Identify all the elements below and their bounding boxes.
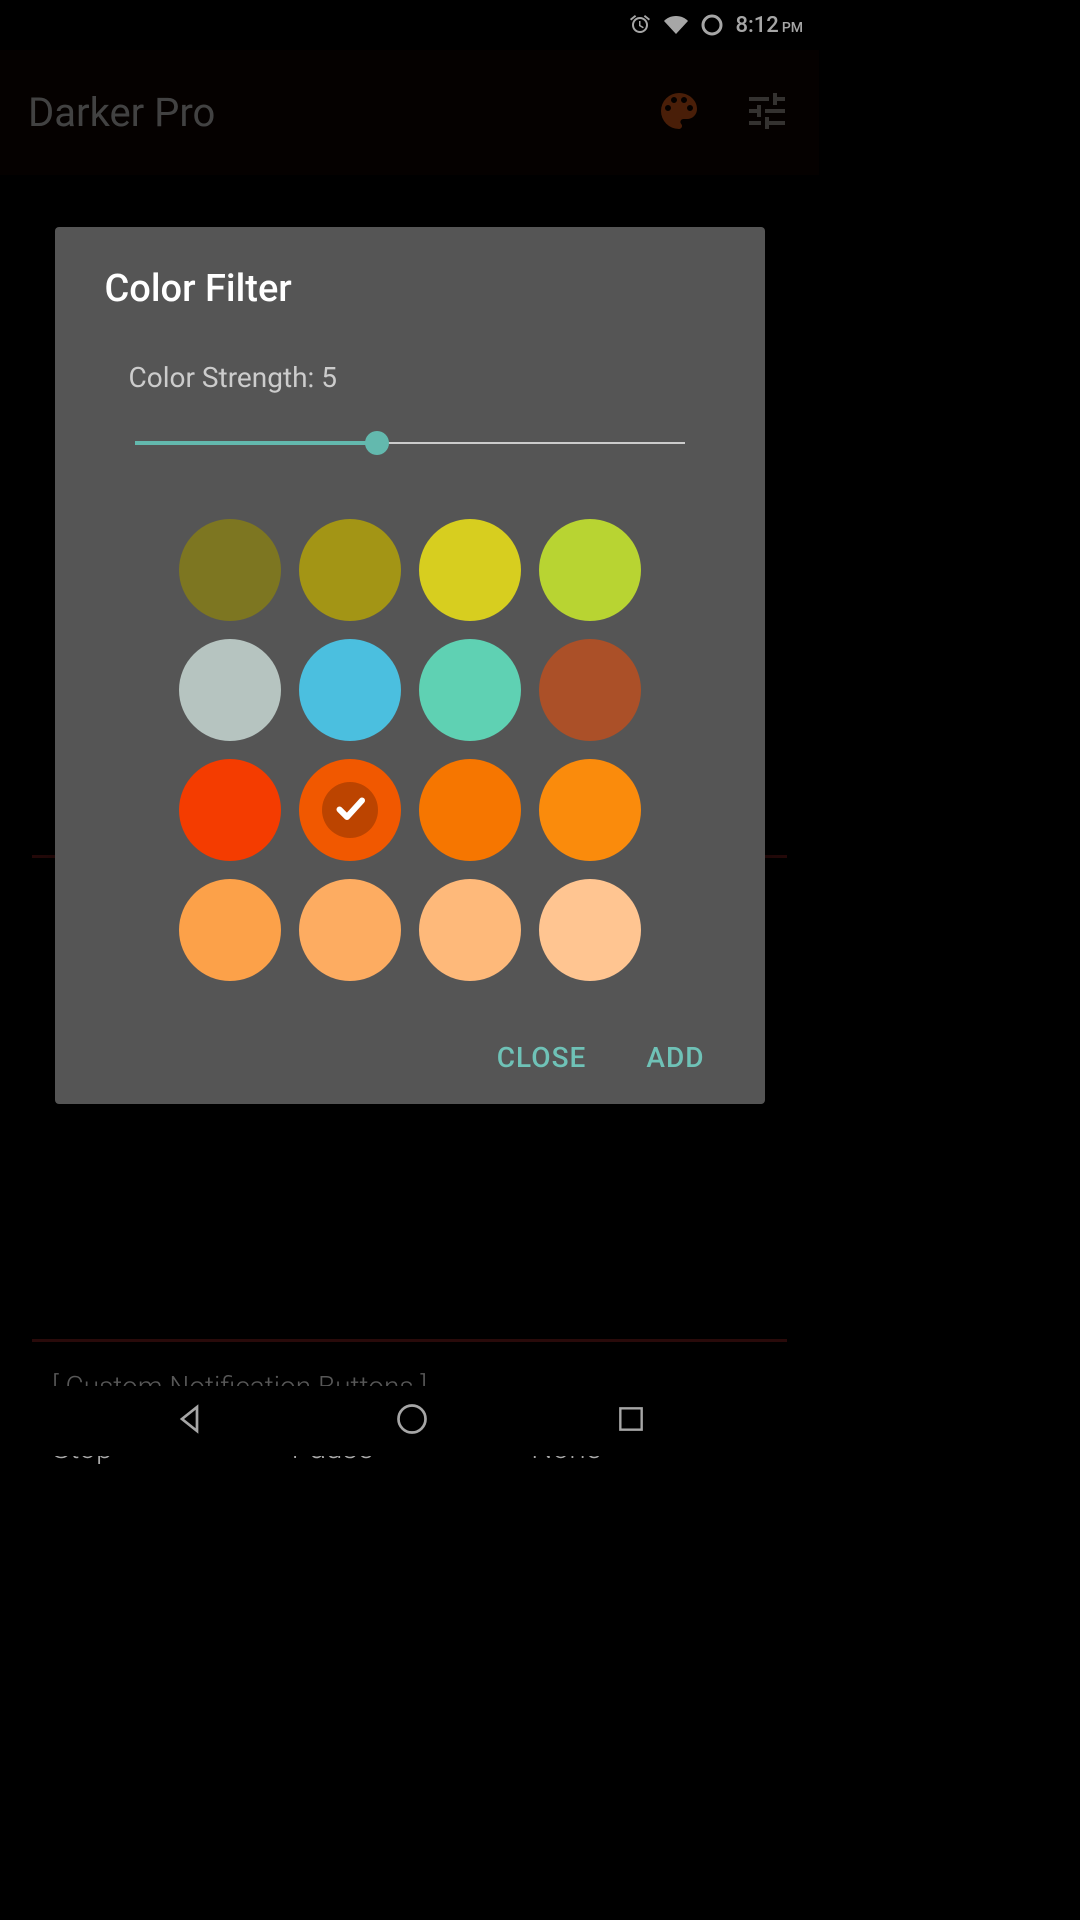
check-icon xyxy=(332,790,368,830)
color-swatch[interactable] xyxy=(539,639,641,741)
color-swatch[interactable] xyxy=(299,759,401,861)
color-swatch[interactable] xyxy=(179,759,281,861)
dialog-overlay[interactable]: Color Filter Color Strength: 5 CLOSE ADD xyxy=(0,0,819,1456)
color-swatch[interactable] xyxy=(179,879,281,981)
color-swatch[interactable] xyxy=(419,759,521,861)
color-swatch[interactable] xyxy=(539,519,641,621)
color-swatch[interactable] xyxy=(419,639,521,741)
slider-fill xyxy=(135,441,377,445)
color-swatch[interactable] xyxy=(539,879,641,981)
dialog-actions: CLOSE ADD xyxy=(105,1041,715,1074)
color-swatch[interactable] xyxy=(179,519,281,621)
color-swatch[interactable] xyxy=(299,519,401,621)
color-strength-label: Color Strength: 5 xyxy=(129,361,715,394)
dialog-title: Color Filter xyxy=(105,267,715,311)
color-grid xyxy=(105,519,715,981)
slider-thumb[interactable] xyxy=(365,431,389,455)
add-button[interactable]: ADD xyxy=(646,1041,704,1074)
color-swatch[interactable] xyxy=(419,879,521,981)
color-swatch[interactable] xyxy=(419,519,521,621)
close-button[interactable]: CLOSE xyxy=(497,1041,587,1074)
color-swatch[interactable] xyxy=(299,879,401,981)
color-swatch[interactable] xyxy=(539,759,641,861)
color-filter-dialog: Color Filter Color Strength: 5 CLOSE ADD xyxy=(55,227,765,1104)
color-swatch[interactable] xyxy=(179,639,281,741)
color-strength-slider[interactable] xyxy=(135,429,685,459)
color-swatch[interactable] xyxy=(299,639,401,741)
